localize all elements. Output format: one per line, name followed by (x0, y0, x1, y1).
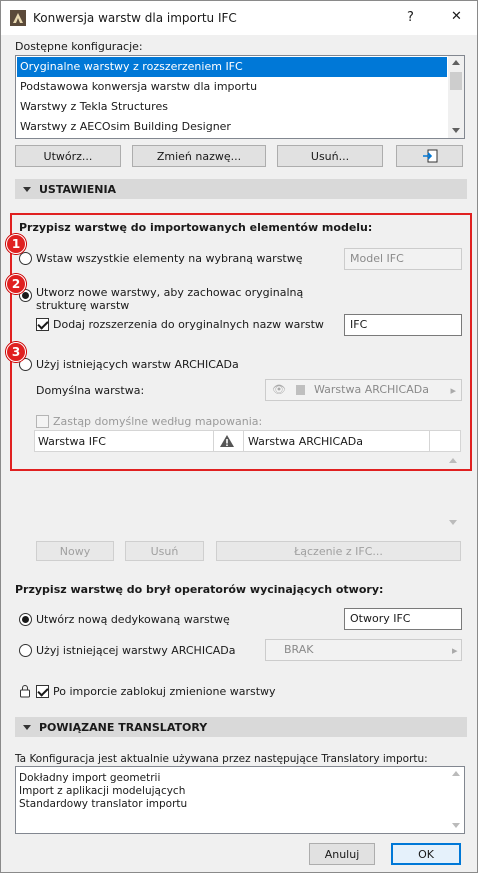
translators-header-label: POWIĄZANE TRANSLATORY (39, 720, 208, 734)
badge-2: 2 (6, 274, 26, 294)
list-scrollbar[interactable] (448, 767, 464, 833)
list-item: Dokładny import geometrii (19, 772, 161, 784)
list-item: Import z aplikacji modelujących (19, 785, 186, 797)
title-bar: Konwersja warstw dla importu IFC ? ✕ (1, 1, 477, 35)
add-extension-checkbox[interactable] (36, 318, 49, 331)
new-mapping-button[interactable]: Nowy (36, 541, 114, 561)
divider (429, 431, 430, 451)
openings-layer-select[interactable]: BRAK (265, 639, 462, 661)
list-item: Standardowy translator importu (19, 798, 188, 810)
close-button[interactable]: ✕ (451, 9, 462, 24)
delete-mapping-button[interactable]: Usuń (125, 541, 204, 561)
collapse-icon (23, 724, 31, 730)
lock-icon (19, 684, 31, 701)
model-ifc-field[interactable]: Model IFC (344, 248, 462, 270)
extension-field[interactable]: IFC (344, 314, 462, 336)
import-config-button[interactable] (396, 145, 463, 167)
add-extension-label: Dodaj rozszerzenia do oryginalnych nazw … (53, 318, 324, 331)
ok-button[interactable]: OK (391, 843, 461, 865)
radio-new-dedicated-layer[interactable] (19, 613, 32, 626)
translators-desc: Ta Konfiguracja jest aktualnie używana p… (15, 753, 428, 765)
opt1-label: Wstaw wszystkie elementy na wybraną wars… (36, 252, 303, 265)
table-header-archicad: Warstwa ARCHICADa (248, 435, 363, 448)
scroll-down-icon[interactable] (452, 823, 460, 828)
list-scrollbar[interactable] (448, 56, 464, 138)
configs-label: Dostępne konfiguracje: (15, 40, 143, 53)
settings-header[interactable]: USTAWIENIA (15, 179, 467, 199)
translators-list[interactable]: Dokładny import geometrii Import z aplik… (15, 766, 465, 834)
scroll-thumb[interactable] (450, 72, 462, 90)
eye-icon: 👁 (272, 383, 286, 396)
settings-header-label: USTAWIENIA (39, 182, 117, 196)
radio-all-on-layer[interactable] (19, 252, 32, 265)
openings-opt2-label: Użyj istniejącej warstwy ARCHICADa (36, 644, 236, 657)
chevron-right-icon: ▸ (452, 644, 458, 657)
list-item[interactable]: Warstwy z AECOsim Building Designer (17, 117, 447, 137)
translators-header[interactable]: POWIĄZANE TRANSLATORY (15, 717, 467, 737)
import-icon (422, 149, 437, 163)
table-header-ifc: Warstwa IFC (38, 435, 106, 448)
create-button[interactable]: Utwórz... (15, 145, 121, 167)
list-item[interactable]: Podstawowa konwersja warstw dla importu (17, 77, 447, 97)
cancel-button[interactable]: Anuluj (309, 843, 375, 865)
scroll-down-icon[interactable] (449, 520, 457, 525)
openings-title: Przypisz warstwę do brył operatorów wyci… (15, 583, 384, 596)
chevron-right-icon: ▸ (450, 384, 456, 397)
lock-layers-label: Po imporcie zablokuj zmienione warstwy (53, 685, 276, 698)
scroll-up-icon[interactable] (452, 60, 460, 65)
help-button[interactable]: ? (407, 10, 414, 25)
connect-ifc-button[interactable]: Łączenie z IFC... (216, 541, 461, 561)
scroll-down-icon[interactable] (452, 128, 460, 133)
default-layer-select[interactable]: 👁 Warstwa ARCHICADa ▸ (265, 379, 462, 401)
scroll-up-icon[interactable] (452, 771, 460, 776)
lock-layers-checkbox[interactable] (36, 685, 49, 698)
default-layer-value: Warstwa ARCHICADa (314, 383, 429, 396)
scroll-up-icon[interactable] (449, 458, 457, 463)
table-scrollbar[interactable] (445, 451, 461, 531)
replace-default-checkbox[interactable] (36, 415, 49, 428)
warning-icon (219, 434, 235, 451)
badge-3: 3 (6, 342, 26, 362)
default-layer-label: Domyślna warstwa: (36, 384, 145, 397)
dialog-window: Konwersja warstw dla importu IFC ? ✕ Dos… (0, 0, 478, 873)
replace-default-label: Zastąp domyślne według mapowania: (53, 415, 263, 428)
badge-1: 1 (6, 234, 26, 254)
openings-layer-field[interactable]: Otwory IFC (344, 608, 462, 630)
radio-existing-layer[interactable] (19, 644, 32, 657)
opt3-label: Użyj istniejących warstw ARCHICADa (36, 358, 239, 371)
window-title: Konwersja warstw dla importu IFC (33, 11, 237, 25)
app-icon (10, 10, 26, 26)
collapse-icon (23, 186, 31, 192)
configs-list[interactable]: Oryginalne warstwy z rozszerzeniem IFC P… (15, 55, 465, 139)
assign-title: Przypisz warstwę do importowanych elemen… (19, 221, 373, 234)
divider (243, 431, 244, 451)
openings-opt1-label: Utwórz nową dedykowaną warstwę (36, 613, 230, 626)
rename-button[interactable]: Zmień nazwę... (132, 145, 266, 167)
divider (213, 431, 214, 451)
mapping-table[interactable]: Warstwa IFC Warstwa ARCHICADa (34, 430, 461, 452)
opt2-label: Utworz nowe warstwy, aby zachowac orygin… (36, 286, 304, 312)
delete-button[interactable]: Usuń... (277, 145, 383, 167)
layer-icon (295, 385, 305, 395)
list-item[interactable]: Warstwy z Tekla Structures (17, 97, 447, 117)
list-item[interactable]: Oryginalne warstwy z rozszerzeniem IFC (17, 57, 447, 77)
